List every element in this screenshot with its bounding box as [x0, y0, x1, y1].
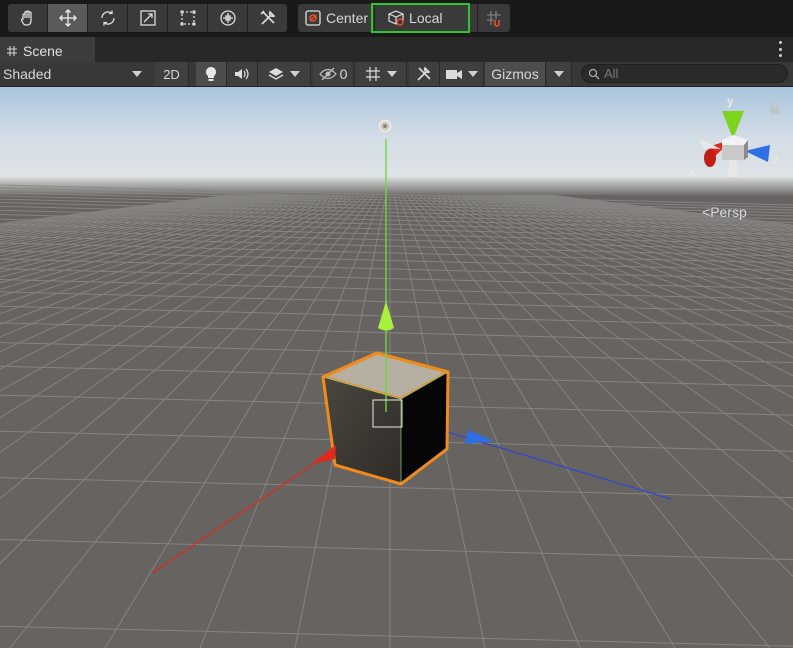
- gizmos-dropdown[interactable]: [547, 62, 572, 86]
- draw-mode-label: Shaded: [3, 66, 52, 82]
- pivot-center-button[interactable]: Center: [298, 4, 376, 32]
- chevron-down-icon: [132, 71, 142, 77]
- projection-chevron-icon: <: [702, 204, 711, 220]
- scale-tool-button[interactable]: [128, 4, 168, 32]
- tab-scene[interactable]: Scene: [0, 37, 95, 62]
- sky: [0, 87, 793, 177]
- scene-viewport[interactable]: y x z <Persp: [0, 87, 793, 648]
- search-input[interactable]: [604, 66, 774, 81]
- chevron-down-icon: [468, 71, 478, 77]
- toggle-2d-button[interactable]: 2D: [155, 62, 189, 86]
- tab-menu-kebab-icon[interactable]: [779, 41, 783, 57]
- scene-canvas: [0, 87, 793, 648]
- grid-icon: [7, 45, 17, 56]
- toggle-2d-label: 2D: [163, 66, 180, 82]
- effects-dropdown[interactable]: [258, 62, 311, 86]
- scene-tools-button[interactable]: [409, 62, 440, 86]
- projection-toggle[interactable]: <Persp: [702, 204, 747, 220]
- rotate-icon: [100, 10, 115, 26]
- speaker-icon: [235, 68, 249, 80]
- audio-toggle[interactable]: [227, 62, 258, 86]
- eye-slash-icon: [318, 67, 337, 81]
- rect-transform-icon: [180, 10, 195, 26]
- hidden-count: 0: [339, 66, 348, 82]
- grid-hash-icon: [366, 67, 380, 81]
- chevron-down-icon: [554, 71, 564, 77]
- search-icon: [588, 68, 600, 79]
- camera-dropdown[interactable]: [440, 62, 484, 86]
- custom-tools-icon: [259, 10, 275, 25]
- chevron-down-icon: [290, 71, 300, 77]
- hand-icon: [20, 10, 32, 26]
- hierarchy-search: [581, 64, 788, 83]
- main-toolbar: Center Local: [0, 0, 793, 36]
- grid-snap-icon: [487, 11, 502, 27]
- rect-tool-button[interactable]: [168, 4, 208, 32]
- gizmo-x-label: x: [689, 165, 696, 179]
- gizmo-y-label: y: [727, 94, 734, 108]
- rotate-tool-button[interactable]: [88, 4, 128, 32]
- tab-scene-label: Scene: [23, 42, 63, 59]
- draw-mode-dropdown[interactable]: Shaded: [0, 62, 148, 86]
- gizmo-z-label: z: [773, 153, 779, 167]
- grid-dropdown[interactable]: [356, 62, 407, 86]
- gizmos-toggle[interactable]: Gizmos: [485, 62, 546, 86]
- gizmos-label: Gizmos: [491, 66, 539, 82]
- move-arrows-icon: [58, 9, 77, 27]
- scene-toolbar: Shaded 2D 0 Gizmos: [0, 62, 793, 87]
- chevron-down-icon: [387, 71, 397, 77]
- horizon-haze: [0, 177, 793, 197]
- tab-bar: Scene: [0, 37, 793, 62]
- grid-snap-button[interactable]: [478, 4, 510, 32]
- move-tool-button[interactable]: [48, 4, 88, 32]
- lighting-toggle[interactable]: [196, 62, 227, 86]
- hidden-objects-toggle[interactable]: 0: [313, 62, 354, 86]
- layers-icon: [268, 68, 284, 80]
- wrench-icon: [417, 66, 431, 81]
- transform-tool-button[interactable]: [208, 4, 248, 32]
- scale-icon: [139, 10, 156, 26]
- transform-icon: [219, 10, 236, 26]
- lightbulb-icon: [206, 67, 216, 81]
- camera-icon: [446, 70, 462, 79]
- custom-tool-button[interactable]: [248, 4, 287, 32]
- pivot-label: Center: [326, 10, 369, 26]
- projection-label: Persp: [710, 204, 747, 220]
- transform-tools-group: [8, 4, 287, 32]
- hand-tool-button[interactable]: [8, 4, 48, 32]
- pivot-center-icon: [305, 10, 321, 26]
- local-highlight-box: [371, 3, 470, 33]
